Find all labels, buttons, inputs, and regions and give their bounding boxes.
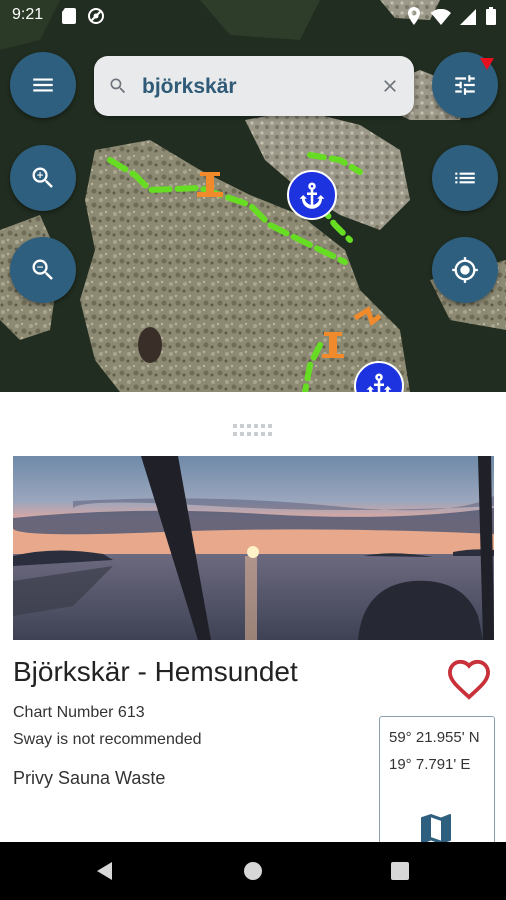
status-time: 9:21 xyxy=(12,6,44,23)
location-icon xyxy=(407,7,420,25)
zoom-out-icon xyxy=(32,259,53,280)
anchor-icon xyxy=(299,182,325,209)
zoom-in-button[interactable] xyxy=(10,145,76,211)
menu-icon xyxy=(33,78,53,92)
filter-icon xyxy=(455,75,475,95)
navigation-bar xyxy=(0,842,506,900)
map-view[interactable] xyxy=(0,0,506,392)
place-photo[interactable] xyxy=(13,456,494,640)
menu-button[interactable] xyxy=(10,52,76,118)
close-icon[interactable] xyxy=(380,76,400,96)
coordinates-card[interactable]: 59° 21.955' N 19° 7.791' E xyxy=(379,716,495,842)
filter-button[interactable] xyxy=(432,52,498,118)
zoom-in-icon xyxy=(32,167,53,188)
back-icon[interactable] xyxy=(94,860,116,882)
filter-badge-icon xyxy=(480,58,494,70)
battery-icon xyxy=(486,7,496,25)
facilities-list: Privy Sauna Waste xyxy=(13,768,166,788)
my-location-button[interactable] xyxy=(432,237,498,303)
search-input[interactable] xyxy=(140,70,374,104)
longitude-text: 19° 7.791' E xyxy=(389,756,471,773)
signal-icon xyxy=(459,9,476,25)
latitude-text: 59° 21.955' N xyxy=(389,729,480,746)
status-bar: 9:21 xyxy=(0,0,506,32)
drag-handle-icon[interactable] xyxy=(233,424,273,438)
recents-icon[interactable] xyxy=(390,861,410,881)
list-button[interactable] xyxy=(432,145,498,211)
sd-card-icon xyxy=(62,8,76,24)
place-title: Björkskär - Hemsundet xyxy=(13,656,298,687)
favorite-heart-icon[interactable] xyxy=(446,658,492,700)
anchorage-marker[interactable] xyxy=(287,170,337,220)
map-icon[interactable] xyxy=(416,809,456,842)
chart-number: Chart Number 613 xyxy=(13,704,145,721)
zoom-out-button[interactable] xyxy=(10,237,76,303)
list-icon xyxy=(455,172,475,184)
my-location-icon xyxy=(452,257,478,283)
place-detail-sheet[interactable]: Björkskär - Hemsundet Chart Number 613 S… xyxy=(0,392,506,842)
anchor-icon xyxy=(366,373,392,392)
sunset-photo xyxy=(13,456,494,640)
search-bar[interactable] xyxy=(94,56,414,116)
wifi-icon xyxy=(431,8,452,26)
search-icon xyxy=(110,78,126,94)
sway-note: Sway is not recommended xyxy=(13,731,202,748)
home-icon[interactable] xyxy=(242,860,264,882)
do-not-disturb-icon xyxy=(88,8,105,24)
